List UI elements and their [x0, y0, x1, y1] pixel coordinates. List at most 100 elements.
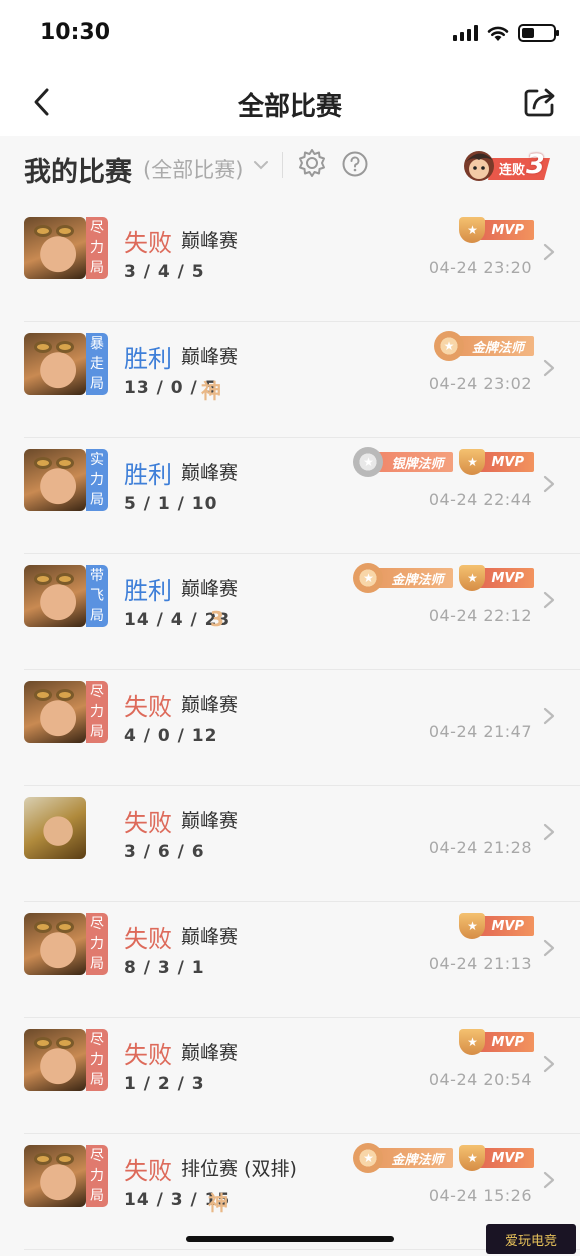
match-row[interactable]: 暴走局胜利 巅峰赛 13 / 0 / 5 神 04-24 23:02 ★ 金牌法师	[0, 322, 580, 438]
wifi-icon	[487, 26, 509, 41]
match-row[interactable]: 尽力局失败 巅峰赛 1 / 2 / 3 04-24 20:54 ★ MVP	[0, 1018, 580, 1134]
hero-avatar	[24, 913, 86, 975]
share-button[interactable]	[520, 82, 560, 122]
match-result: 失败	[124, 809, 172, 837]
chevron-right-icon	[543, 707, 555, 725]
goggle-shape	[56, 921, 74, 933]
chevron-down-icon[interactable]	[250, 154, 272, 176]
match-result: 失败	[124, 229, 172, 257]
match-row[interactable]: 尽力局失败 巅峰赛 8 / 3 / 1 04-24 21:13 ★ MVP	[0, 902, 580, 1018]
kda-honor-mark: 3	[210, 607, 224, 631]
settings-gear-icon[interactable]	[297, 148, 327, 178]
star-icon: ★	[443, 339, 455, 353]
match-row[interactable]: 尽力局失败 巅峰赛 3 / 4 / 5 04-24 23:20 ★ MVP	[0, 206, 580, 322]
watermark-logo: 爱玩电竞	[486, 1224, 576, 1254]
chevron-right-icon	[543, 243, 555, 261]
match-row[interactable]: 失败 巅峰赛 3 / 6 / 6 04-24 21:28	[0, 786, 580, 902]
performance-tag: 尽力局	[86, 1029, 108, 1091]
match-time: 04-24 22:12	[428, 606, 532, 625]
match-mode: 巅峰赛	[181, 926, 239, 948]
performance-tag: 带飞局	[86, 565, 108, 627]
mvp-badge: ★ MVP	[459, 446, 534, 478]
badge-label: 金牌法师	[371, 568, 454, 588]
performance-tag: 尽力局	[86, 1145, 108, 1207]
star-icon: ★	[363, 571, 374, 585]
goggle-shape	[34, 689, 52, 701]
star-icon: ★	[467, 571, 478, 585]
goggle-shape	[56, 225, 74, 237]
medal-icon: ★	[353, 1143, 384, 1173]
chevron-right-icon	[543, 359, 555, 377]
match-mode: 排位赛 (双排)	[181, 1158, 297, 1180]
medal-icon: ★	[353, 563, 384, 593]
match-list-header: 我的比赛 (全部比赛) 连败 3	[0, 136, 580, 196]
gold-mage-badge: ★ 金牌法师	[353, 562, 454, 594]
hero-avatar	[24, 1029, 86, 1091]
kda-honor-mark: 神	[208, 1191, 228, 1215]
badge-label: 金牌法师	[371, 1148, 454, 1168]
performance-tag: 尽力局	[86, 913, 108, 975]
kda-score: 4 / 0 / 12	[124, 726, 218, 746]
share-icon	[524, 88, 555, 117]
match-row[interactable]: 实力局胜利 巅峰赛 5 / 1 / 10 04-24 22:44 ★ 银牌法师 ★ MVP	[0, 438, 580, 554]
match-time: 04-24 23:02	[428, 374, 532, 393]
match-time: 04-24 23:20	[428, 258, 532, 277]
match-result: 失败	[124, 1157, 172, 1185]
badge-group: ★ MVP	[459, 910, 534, 942]
match-mode: 巅峰赛	[181, 1042, 239, 1064]
goggle-shape	[34, 1153, 52, 1165]
match-result: 胜利	[124, 345, 172, 373]
match-filter-dropdown[interactable]: (全部比赛)	[143, 154, 243, 184]
mvp-badge: ★ MVP	[459, 1026, 534, 1058]
help-icon[interactable]	[341, 150, 369, 178]
medal-icon: ★	[433, 331, 464, 361]
kda-score: 3 / 4 / 5	[124, 262, 205, 282]
goggle-shape	[56, 573, 74, 585]
content-area: 我的比赛 (全部比赛) 连败 3 尽力局失败 巅峰赛 3 / 4 / 5 04-…	[0, 136, 580, 1256]
match-mode: 巅峰赛	[181, 578, 239, 600]
badge-label: 银牌法师	[371, 452, 454, 472]
match-result: 失败	[124, 925, 172, 953]
badge-group: ★ 金牌法师 ★ MVP	[353, 562, 534, 594]
kda-score: 5 / 1 / 10	[124, 494, 218, 514]
match-row[interactable]: 尽力局失败 巅峰赛 4 / 0 / 12 04-24 21:47	[0, 670, 580, 786]
badge-group: ★ MVP	[459, 214, 534, 246]
match-time: 04-24 15:26	[428, 1186, 532, 1205]
goggle-shape	[34, 1037, 52, 1049]
hero-avatar	[24, 797, 86, 859]
hero-avatar	[24, 333, 86, 395]
match-time: 04-24 21:28	[428, 838, 532, 857]
chevron-right-icon	[543, 1171, 555, 1189]
match-mode: 巅峰赛	[181, 694, 239, 716]
kda-score: 1 / 2 / 3	[124, 1074, 205, 1094]
goggle-shape	[34, 341, 52, 353]
chevron-right-icon	[543, 939, 555, 957]
hero-avatar	[24, 565, 86, 627]
badge-label: 金牌法师	[451, 336, 534, 356]
medal-icon: ★	[353, 447, 384, 477]
home-indicator[interactable]	[186, 1236, 394, 1242]
match-mode: 巅峰赛	[181, 346, 239, 368]
badge-group: ★ 金牌法师 ★ MVP	[353, 1142, 534, 1174]
mvp-badge: ★ MVP	[459, 1142, 534, 1174]
hero-avatar	[24, 449, 86, 511]
hero-avatar	[24, 681, 86, 743]
losing-streak-badge: 连败 3	[462, 146, 554, 186]
chevron-right-icon	[543, 1055, 555, 1073]
badge-group: ★ 银牌法师 ★ MVP	[353, 446, 534, 478]
chevron-right-icon	[543, 591, 555, 609]
goggle-shape	[56, 1153, 74, 1165]
performance-tag: 尽力局	[86, 217, 108, 279]
match-row[interactable]: 带飞局胜利 巅峰赛 14 / 4 / 23 3 04-24 22:12 ★ 金牌法师 ★ MVP	[0, 554, 580, 670]
goggle-shape	[56, 457, 74, 469]
gold-mage-badge: ★ 金牌法师	[353, 1142, 454, 1174]
goggle-shape	[56, 341, 74, 353]
goggle-shape	[34, 457, 52, 469]
divider	[282, 152, 283, 178]
chevron-right-icon	[543, 823, 555, 841]
match-time: 04-24 21:13	[428, 954, 532, 973]
star-icon: ★	[363, 455, 374, 469]
performance-tag: 暴走局	[86, 333, 108, 395]
status-bar: 10:30	[0, 0, 580, 70]
match-result: 失败	[124, 1041, 172, 1069]
